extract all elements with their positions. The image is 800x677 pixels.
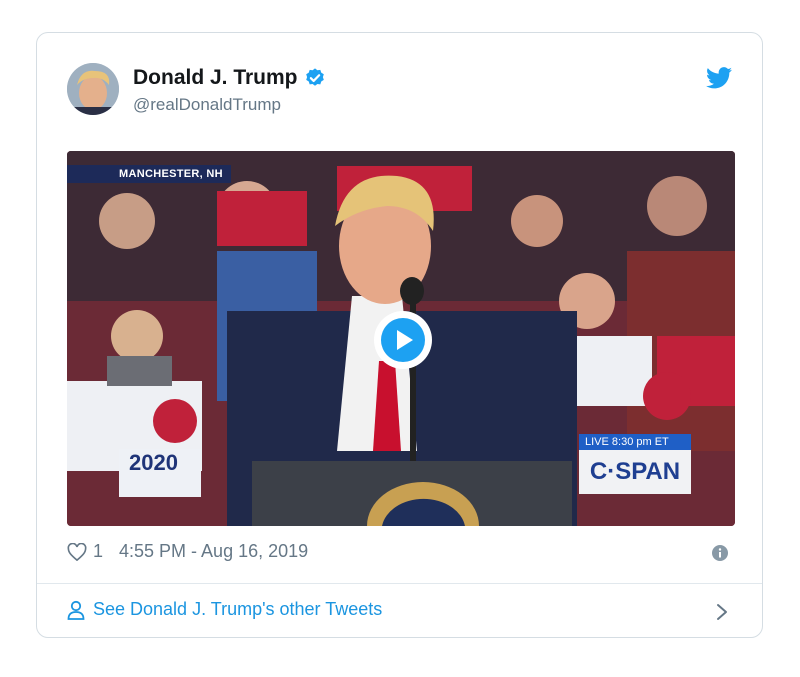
- author-name[interactable]: Donald J. Trump: [133, 66, 298, 90]
- tweet-meta: 1 4:55 PM - Aug 16, 2019: [67, 541, 308, 562]
- live-badge: LIVE 8:30 pm ET: [579, 434, 691, 450]
- info-icon[interactable]: [712, 545, 728, 561]
- like-count[interactable]: 1: [93, 541, 103, 562]
- tweet-timestamp[interactable]: 4:55 PM - Aug 16, 2019: [119, 541, 308, 562]
- video-player[interactable]: MANCHESTER, NH 2020 LIVE 8:30 pm ET C·SP…: [67, 151, 735, 526]
- play-icon: [381, 318, 425, 362]
- see-other-tweets-label[interactable]: See Donald J. Trump's other Tweets: [93, 599, 382, 620]
- heart-icon[interactable]: [67, 542, 87, 561]
- footer-divider: [37, 583, 762, 584]
- see-other-tweets-link[interactable]: See Donald J. Trump's other Tweets: [67, 599, 382, 620]
- tweet-embed-card: Donald J. Trump @realDonaldTrump MANCHES…: [36, 32, 763, 638]
- play-button[interactable]: [374, 311, 432, 369]
- twitter-bird-icon[interactable]: [706, 67, 732, 89]
- network-logo: C·SPAN: [579, 450, 691, 494]
- author-handle[interactable]: @realDonaldTrump: [133, 95, 281, 115]
- author-name-row: Donald J. Trump: [133, 66, 326, 90]
- chevron-right-icon[interactable]: [716, 603, 728, 621]
- campaign-logo-text: 2020: [129, 450, 178, 475]
- campaign-2020-logo: 2020: [119, 449, 201, 497]
- avatar[interactable]: [67, 63, 119, 115]
- location-banner: MANCHESTER, NH: [67, 165, 231, 183]
- verified-badge-icon: [305, 68, 324, 86]
- person-icon: [67, 600, 85, 620]
- avatar-image: [67, 63, 119, 115]
